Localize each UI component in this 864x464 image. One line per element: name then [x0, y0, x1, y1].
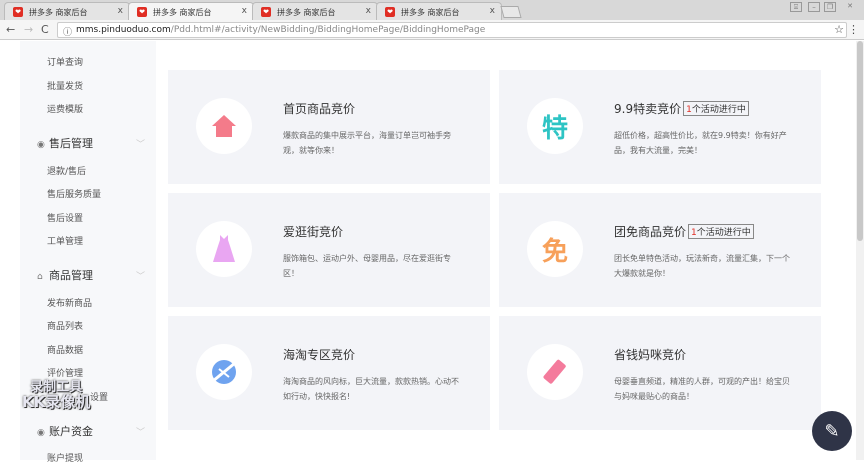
watermark-line: KK录像机 [22, 393, 91, 411]
card-title: 首页商品竞价 [283, 102, 356, 116]
reload-icon[interactable]: C [41, 23, 49, 36]
card-description: 爆款商品的集中展示平台，海量订单岂可袖手旁观，就等你来！ [283, 131, 451, 155]
badge-text: 个活动进行中 [696, 228, 751, 238]
address-bar-row: ← → C ⓘ mms.pinduoduo.com/Pdd.html#/activ… [0, 20, 864, 40]
browser-tab-active[interactable]: ❤ 拼多多 商家后台 x [128, 2, 254, 20]
scrollbar-thumb[interactable] [857, 41, 863, 241]
card-title-text: 9.9特卖竞价 [614, 102, 682, 116]
close-icon[interactable]: x [366, 6, 371, 16]
sidebar-item[interactable]: 售后设置 [47, 211, 83, 224]
chevron-down-icon[interactable]: ﹀ [136, 425, 145, 438]
bidding-card-shopping-street[interactable]: 爱逛街竞价 服饰箱包、运动户外、母婴用品，尽在爱逛街专区！ [168, 193, 490, 307]
url-host: mms.pinduoduo.com [76, 25, 171, 35]
bidding-card-overseas[interactable]: 海淘专区竞价 海淘商品的风向标，巨大流量，款款热销。心动不如行动，快快报名! [168, 316, 490, 430]
browser-tab[interactable]: ❤ 拼多多 商家后台 x [376, 2, 502, 20]
shopping-bag-icon: ⌂ [37, 272, 43, 282]
sidebar-item[interactable]: 发布新商品 [47, 296, 92, 309]
forward-icon[interactable]: → [24, 23, 33, 36]
chevron-down-icon[interactable]: ﹀ [136, 137, 145, 150]
sidebar-group-products[interactable]: ⌂ 商品管理 [37, 267, 93, 283]
pinduoduo-favicon: ❤ [261, 7, 271, 17]
bookmark-star-icon[interactable]: ☆ [834, 23, 844, 36]
close-window-button[interactable]: ✕ [844, 2, 856, 12]
bidding-card-thrifty-mom[interactable]: 省钱妈咪竞价 母婴垂直频道，精准的人群，可观的产出！给宝贝与妈咪最贴心的商品！ [499, 316, 821, 430]
card-title: 爱逛街竞价 [283, 225, 344, 239]
after-sales-icon: ◉ [37, 140, 45, 150]
card-description: 海淘商品的风向标，巨大流量，款款热销。心动不如行动，快快报名! [283, 377, 459, 401]
new-tab-button[interactable] [500, 6, 522, 18]
active-count-badge: 1个活动进行中 [688, 224, 754, 239]
card-title: 海淘专区竞价 [283, 348, 356, 362]
browser-tab[interactable]: ❤ 拼多多 商家后台 x [252, 2, 378, 20]
active-count-badge: 1个活动进行中 [683, 101, 749, 116]
bidding-card-9-9-sale[interactable]: 特 9.9特卖竞价 1个活动进行中 超低价格，超高性价比，就在9.9特卖！你有好产… [499, 70, 821, 184]
sidebar-item[interactable]: 批量发货 [47, 79, 83, 92]
bidding-card-homepage[interactable]: 首页商品竞价 爆款商品的集中展示平台，海量订单岂可袖手旁观，就等你来！ [168, 70, 490, 184]
back-icon[interactable]: ← [6, 23, 15, 36]
sidebar-item[interactable]: 账户提现 [47, 451, 83, 464]
group-label: 商品管理 [49, 269, 93, 282]
user-icon[interactable]: ⍓ [790, 2, 802, 12]
sidebar-item[interactable]: 运费模版 [47, 102, 83, 115]
minimize-button[interactable]: – [808, 2, 820, 12]
edit-note-icon: ✎ [824, 420, 840, 442]
close-icon[interactable]: x [490, 6, 495, 16]
sidebar-group-after-sales[interactable]: ◉ 售后管理 [37, 135, 93, 151]
recorder-watermark: 录制工具 KK录像机 [22, 380, 90, 410]
group-label: 售后管理 [49, 137, 93, 150]
card-title: 9.9特卖竞价 1个活动进行中 [614, 100, 749, 117]
tab-title: 拼多多 商家后台 [401, 8, 460, 17]
pinduoduo-favicon: ❤ [385, 7, 395, 17]
pinduoduo-favicon: ❤ [13, 7, 23, 17]
baby-bottle-icon [527, 344, 583, 400]
card-title-text: 团免商品竞价 [614, 225, 687, 239]
sidebar-item[interactable]: 设置 [90, 390, 108, 403]
te-character-icon: 特 [527, 98, 583, 154]
tab-title: 拼多多 商家后台 [29, 8, 88, 17]
sidebar-item[interactable]: 工单管理 [47, 234, 83, 247]
card-title: 团免商品竞价 1个活动进行中 [614, 223, 754, 240]
restore-button[interactable]: ❐ [824, 2, 836, 12]
browser-tab-bar: ❤ 拼多多 商家后台 x ❤ 拼多多 商家后台 x ❤ 拼多多 商家后台 x ❤ 拼多多 商家… [0, 0, 864, 20]
card-description: 团长免单特色活动，玩法新奇，流量汇集，下一个大爆款就是你！ [614, 254, 790, 278]
sidebar-item[interactable]: 评价管理 [47, 366, 83, 379]
url-path: /Pdd.html#/activity/NewBidding/BiddingHo… [170, 25, 486, 35]
badge-text: 个活动进行中 [691, 105, 746, 115]
url-input[interactable]: ⓘ mms.pinduoduo.com/Pdd.html#/activity/Ne… [57, 22, 847, 38]
sidebar-group-account-funds[interactable]: ◉ 账户资金 [37, 423, 93, 439]
sidebar-item[interactable]: 商品数据 [47, 343, 83, 356]
scrollbar[interactable] [856, 41, 864, 460]
browser-tab[interactable]: ❤ 拼多多 商家后台 x [4, 2, 130, 20]
sidebar-item[interactable]: 退款/售后 [47, 164, 86, 177]
info-icon: ⓘ [63, 28, 73, 38]
menu-icon[interactable]: ⋮ [848, 23, 859, 36]
tab-title: 拼多多 商家后台 [153, 8, 212, 17]
dress-icon [196, 221, 252, 277]
close-icon[interactable]: x [242, 6, 247, 16]
card-description: 超低价格，超高性价比，就在9.9特卖！你有好产品，我有大流量，完美！ [614, 131, 787, 155]
tab-title: 拼多多 商家后台 [277, 8, 336, 17]
card-title: 省钱妈咪竞价 [614, 348, 687, 362]
mian-character-icon: 免 [527, 221, 583, 277]
close-icon[interactable]: x [118, 6, 123, 16]
pinduoduo-favicon: ❤ [137, 7, 147, 17]
funds-icon: ◉ [37, 428, 45, 438]
sidebar-item[interactable]: 订单查询 [47, 55, 83, 68]
card-description: 服饰箱包、运动户外、母婴用品，尽在爱逛街专区！ [283, 254, 451, 278]
home-icon [196, 98, 252, 154]
plane-globe-icon [196, 344, 252, 400]
card-description: 母婴垂直频道，精准的人群，可观的产出！给宝贝与妈咪最贴心的商品！ [614, 377, 790, 401]
sidebar-item[interactable]: 商品列表 [47, 319, 83, 332]
bidding-card-group-free[interactable]: 免 团免商品竞价 1个活动进行中 团长免单特色活动，玩法新奇，流量汇集，下一个大爆… [499, 193, 821, 307]
chevron-down-icon[interactable]: ﹀ [136, 269, 145, 282]
sidebar-item[interactable]: 售后服务质量 [47, 187, 101, 200]
edit-note-button[interactable]: ✎ [812, 411, 852, 451]
group-label: 账户资金 [49, 425, 93, 438]
